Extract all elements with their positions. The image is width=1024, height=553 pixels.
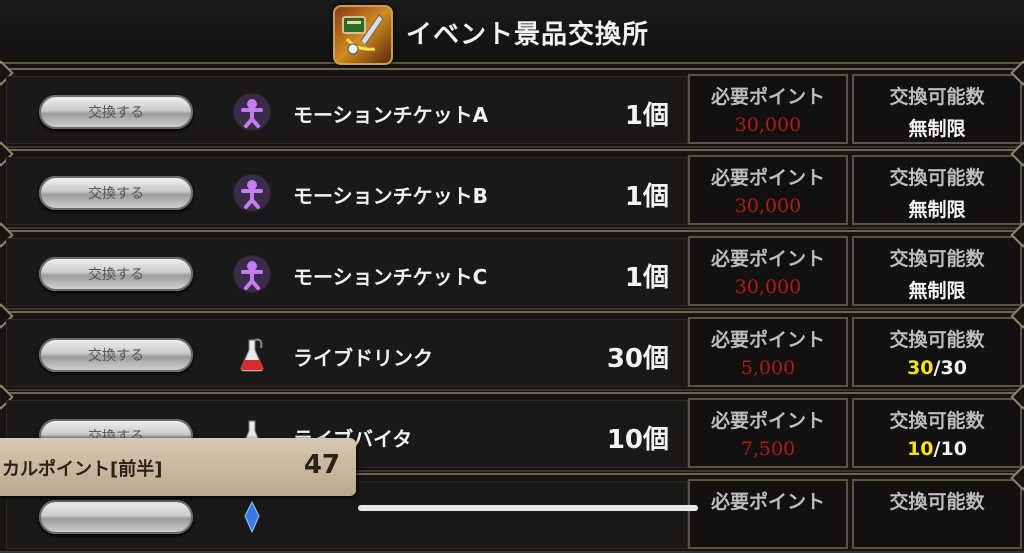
limit-cell: 交換可能数 10/10	[852, 398, 1022, 468]
points-value: 30,000	[734, 276, 802, 298]
header-bar: イベント景品交換所	[0, 0, 1024, 65]
points-value: 30,000	[734, 114, 802, 136]
limit-label: 交換可能数	[889, 410, 985, 432]
limit-label: 交換可能数	[889, 491, 985, 513]
points-cell: 必要ポイント	[688, 479, 848, 549]
limit-label: 交換可能数	[889, 167, 985, 189]
points-cell: 必要ポイント 5,000	[688, 317, 848, 387]
limit-value: 無制限	[854, 195, 1020, 222]
limit-label: 交換可能数	[889, 329, 985, 351]
points-label: 必要ポイント	[710, 410, 825, 432]
item-name: モーションチケットA	[293, 103, 489, 127]
item-name: モーションチケットC	[293, 265, 488, 289]
exchange-button[interactable]	[39, 500, 193, 534]
limit-value: 30/30	[854, 357, 1020, 379]
points-cell: 必要ポイント 30,000	[688, 155, 848, 225]
points-value: 30,000	[734, 195, 802, 217]
limit-text: 無制限	[908, 199, 966, 221]
points-cell: 必要ポイント 30,000	[688, 74, 848, 144]
item-name: モーションチケットB	[293, 184, 488, 208]
motion-ticket-icon	[233, 255, 271, 293]
limit-cell: 交換可能数	[852, 479, 1022, 549]
limit-cell: 交換可能数 30/30	[852, 317, 1022, 387]
potion-icon	[233, 336, 271, 374]
limit-value: 10/10	[854, 438, 1020, 460]
event-points-panel: カルポイント[前半] 47	[0, 438, 356, 496]
item-quantity: 1個	[624, 101, 669, 131]
points-value: 5,000	[740, 357, 796, 379]
reward-row: 交換する モーションチケットA 1個 必要ポイント 30,000 交換可能数 無…	[0, 68, 1024, 148]
item-quantity: 30個	[606, 344, 669, 374]
points-label: 必要ポイント	[710, 167, 825, 189]
limit-current: 30	[907, 357, 934, 379]
exchange-button[interactable]: 交換する	[39, 257, 193, 291]
exchange-button[interactable]: 交換する	[39, 95, 193, 129]
item-name: ライブドリンク	[293, 346, 433, 370]
item-quantity: 1個	[624, 182, 669, 212]
limit-text: 無制限	[908, 280, 966, 302]
motion-ticket-icon	[233, 93, 271, 131]
event-exchange-icon	[333, 5, 393, 65]
limit-cell: 交換可能数 無制限	[852, 236, 1022, 306]
limit-current: 10	[907, 438, 934, 460]
limit-value: 無制限	[854, 114, 1020, 141]
motion-ticket-icon	[233, 174, 271, 212]
page-title: イベント景品交換所	[406, 20, 650, 50]
limit-text: 無制限	[908, 118, 966, 140]
exchange-button[interactable]: 交換する	[39, 176, 193, 210]
limit-total: /10	[933, 438, 967, 460]
points-cell: 必要ポイント 30,000	[688, 236, 848, 306]
points-cell: 必要ポイント 7,500	[688, 398, 848, 468]
event-points-label: カルポイント[前半]	[2, 459, 163, 480]
reward-main-cell: 交換する モーションチケットB 1個	[6, 157, 688, 225]
limit-value: 無制限	[854, 276, 1020, 303]
reward-row: 交換する モーションチケットB 1個 必要ポイント 30,000 交換可能数 無…	[0, 149, 1024, 229]
points-label: 必要ポイント	[710, 86, 825, 108]
points-label: 必要ポイント	[710, 248, 825, 270]
points-label: 必要ポイント	[710, 491, 825, 513]
reward-main-cell: 交換する モーションチケットC 1個	[6, 238, 688, 306]
item-quantity: 1個	[624, 263, 669, 293]
limit-label: 交換可能数	[889, 248, 985, 270]
exchange-button[interactable]: 交換する	[39, 338, 193, 372]
reward-row: 交換する モーションチケットC 1個 必要ポイント 30,000 交換可能数 無…	[0, 230, 1024, 310]
limit-cell: 交換可能数 無制限	[852, 74, 1022, 144]
limit-label: 交換可能数	[889, 86, 985, 108]
item-quantity: 10個	[606, 425, 669, 455]
limit-total: /30	[933, 357, 967, 379]
event-points-value: 47	[303, 450, 340, 480]
crystal-icon	[233, 498, 271, 536]
scroll-indicator[interactable]	[358, 505, 698, 511]
points-label: 必要ポイント	[710, 329, 825, 351]
limit-cell: 交換可能数 無制限	[852, 155, 1022, 225]
reward-main-cell: 交換する ライブドリンク 30個	[6, 319, 688, 387]
reward-row: 交換する ライブドリンク 30個 必要ポイント 5,000 交換可能数 30/3…	[0, 311, 1024, 391]
reward-main-cell: 交換する モーションチケットA 1個	[6, 76, 688, 144]
points-value: 7,500	[740, 438, 796, 460]
